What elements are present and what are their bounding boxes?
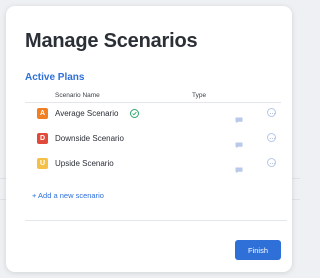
column-header-type: Type	[192, 92, 207, 99]
more-options-icon[interactable]	[267, 108, 276, 117]
finish-button[interactable]: Finish	[235, 240, 281, 260]
scenario-row-downside[interactable]: D Downside Scenario	[25, 133, 281, 149]
scenario-name: Upside Scenario	[55, 159, 114, 168]
scenario-badge: A	[37, 108, 48, 119]
active-check-icon	[130, 109, 139, 118]
column-header-scenario-name: Scenario Name	[55, 92, 100, 99]
table-header: Scenario Name Type	[25, 92, 281, 102]
scenario-badge: D	[37, 133, 48, 144]
add-scenario-link[interactable]: + Add a new scenario	[32, 191, 104, 200]
comment-icon[interactable]	[235, 161, 243, 174]
active-plans-heading: Active Plans	[25, 72, 85, 83]
scenario-row-upside[interactable]: U Upside Scenario	[25, 158, 281, 174]
more-options-icon[interactable]	[267, 133, 276, 142]
scenario-name: Downside Scenario	[55, 134, 124, 143]
footer-divider	[25, 220, 287, 221]
scenario-row-average[interactable]: A Average Scenario	[25, 108, 281, 124]
more-options-icon[interactable]	[267, 158, 276, 167]
comment-icon[interactable]	[235, 111, 243, 124]
comment-icon[interactable]	[235, 136, 243, 149]
manage-scenarios-modal: Manage Scenarios Active Plans Scenario N…	[6, 6, 292, 272]
header-divider	[25, 102, 281, 103]
scenario-name: Average Scenario	[55, 109, 119, 118]
modal-title: Manage Scenarios	[25, 30, 198, 52]
scenario-badge: U	[37, 158, 48, 169]
